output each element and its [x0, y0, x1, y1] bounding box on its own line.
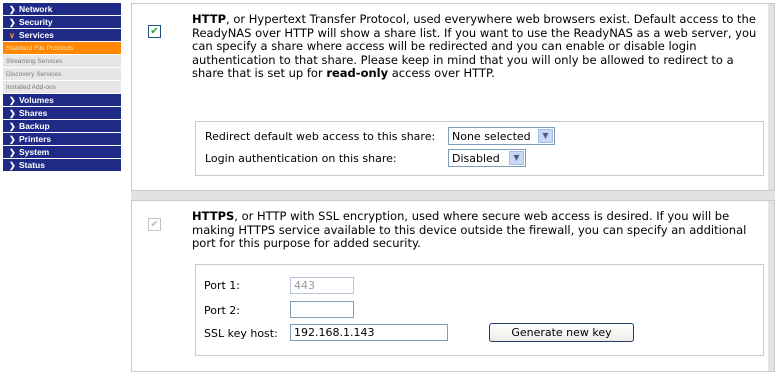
http-options-box: Redirect default web access to this shar… — [195, 121, 764, 176]
sidebar-subitem-label: Standard File Protocols — [6, 44, 74, 52]
sidebar-item-label: Security — [19, 17, 53, 27]
https-desc-text: , or HTTP with SSL encryption, used wher… — [192, 209, 747, 250]
chevron-right-icon: ❯ — [9, 95, 16, 105]
ssl-key-host-input[interactable]: 192.168.1.143 — [290, 324, 448, 341]
chevron-right-icon: ❯ — [9, 17, 16, 27]
sidebar-item-services[interactable]: ∨ Services — [3, 29, 121, 42]
https-description: HTTPS, or HTTP with SSL encryption, used… — [192, 209, 767, 251]
https-options-box: Port 1: 443 Port 2: SSL key host: 192.16… — [195, 264, 764, 356]
redirect-share-value: None selected — [452, 129, 531, 143]
chevron-down-icon: ∨ — [9, 30, 15, 40]
sidebar-subitem-standard-file-protocols[interactable]: Standard File Protocols — [3, 42, 121, 55]
port1-label: Port 1: — [204, 279, 241, 292]
sidebar-item-label: Backup — [19, 121, 50, 131]
sidebar-subitem-label: Discovery Services — [6, 70, 62, 78]
redirect-share-label: Redirect default web access to this shar… — [205, 130, 436, 143]
sidebar-subitem-label: Streaming Services — [6, 57, 63, 65]
checkmark-icon: ✔ — [150, 218, 159, 230]
sidebar-item-system[interactable]: ❯ System — [3, 146, 121, 159]
generate-new-key-button[interactable]: Generate new key — [489, 323, 634, 342]
sidebar-subitem-installed-addons[interactable]: Installed Add-ons — [3, 81, 121, 94]
panel-divider — [768, 201, 774, 371]
port1-input[interactable]: 443 — [290, 277, 354, 294]
sidebar-item-label: Volumes — [19, 95, 54, 105]
chevron-right-icon: ❯ — [9, 147, 16, 157]
sidebar-subitem-discovery-services[interactable]: Discovery Services — [3, 68, 121, 81]
panel-divider — [768, 4, 774, 190]
sidebar-item-label: Services — [19, 30, 54, 40]
chevron-right-icon: ❯ — [9, 4, 16, 14]
login-auth-select[interactable]: Disabled ▼ — [448, 149, 526, 167]
login-auth-value: Disabled — [452, 151, 500, 165]
dropdown-arrow-icon: ▼ — [509, 151, 524, 165]
sidebar-subitem-label: Installed Add-ons — [6, 83, 56, 91]
sidebar-item-status[interactable]: ❯ Status — [3, 159, 121, 172]
https-title: HTTPS — [192, 209, 235, 223]
sidebar-item-volumes[interactable]: ❯ Volumes — [3, 94, 121, 107]
redirect-share-select[interactable]: None selected ▼ — [448, 127, 555, 145]
chevron-right-icon: ❯ — [9, 134, 16, 144]
https-enable-checkbox[interactable]: ✔ — [148, 218, 161, 231]
ssl-key-host-label: SSL key host: — [204, 327, 278, 340]
sidebar-item-shares[interactable]: ❯ Shares — [3, 107, 121, 120]
sidebar: ❯ Network ❯ Security ∨ Services Standard… — [3, 3, 121, 172]
sidebar-item-network[interactable]: ❯ Network — [3, 3, 121, 16]
sidebar-item-printers[interactable]: ❯ Printers — [3, 133, 121, 146]
chevron-right-icon: ❯ — [9, 108, 16, 118]
http-description: HTTP, or Hypertext Transfer Protocol, us… — [192, 12, 767, 81]
http-desc-part2: access over HTTP. — [388, 66, 495, 80]
login-auth-label: Login authentication on this share: — [205, 152, 397, 165]
sidebar-item-label: System — [19, 147, 50, 157]
sidebar-item-label: Network — [19, 4, 53, 14]
sidebar-item-label: Printers — [19, 134, 52, 144]
sidebar-item-label: Status — [19, 160, 45, 170]
chevron-right-icon: ❯ — [9, 121, 16, 131]
https-panel: ✔ HTTPS, or HTTP with SSL encryption, us… — [131, 200, 775, 372]
http-title: HTTP — [192, 12, 227, 26]
http-desc-bold: read-only — [326, 66, 389, 80]
http-panel: ✔ HTTP, or Hypertext Transfer Protocol, … — [131, 3, 775, 191]
port2-label: Port 2: — [204, 304, 241, 317]
sidebar-subitem-streaming-services[interactable]: Streaming Services — [3, 55, 121, 68]
sidebar-item-backup[interactable]: ❯ Backup — [3, 120, 121, 133]
sidebar-item-security[interactable]: ❯ Security — [3, 16, 121, 29]
sidebar-item-label: Shares — [19, 108, 48, 118]
http-enable-checkbox[interactable]: ✔ — [148, 25, 161, 38]
port2-input[interactable] — [290, 301, 354, 318]
dropdown-arrow-icon: ▼ — [538, 129, 553, 143]
checkmark-icon: ✔ — [150, 25, 159, 37]
section-separator — [131, 191, 775, 200]
chevron-right-icon: ❯ — [9, 160, 16, 170]
